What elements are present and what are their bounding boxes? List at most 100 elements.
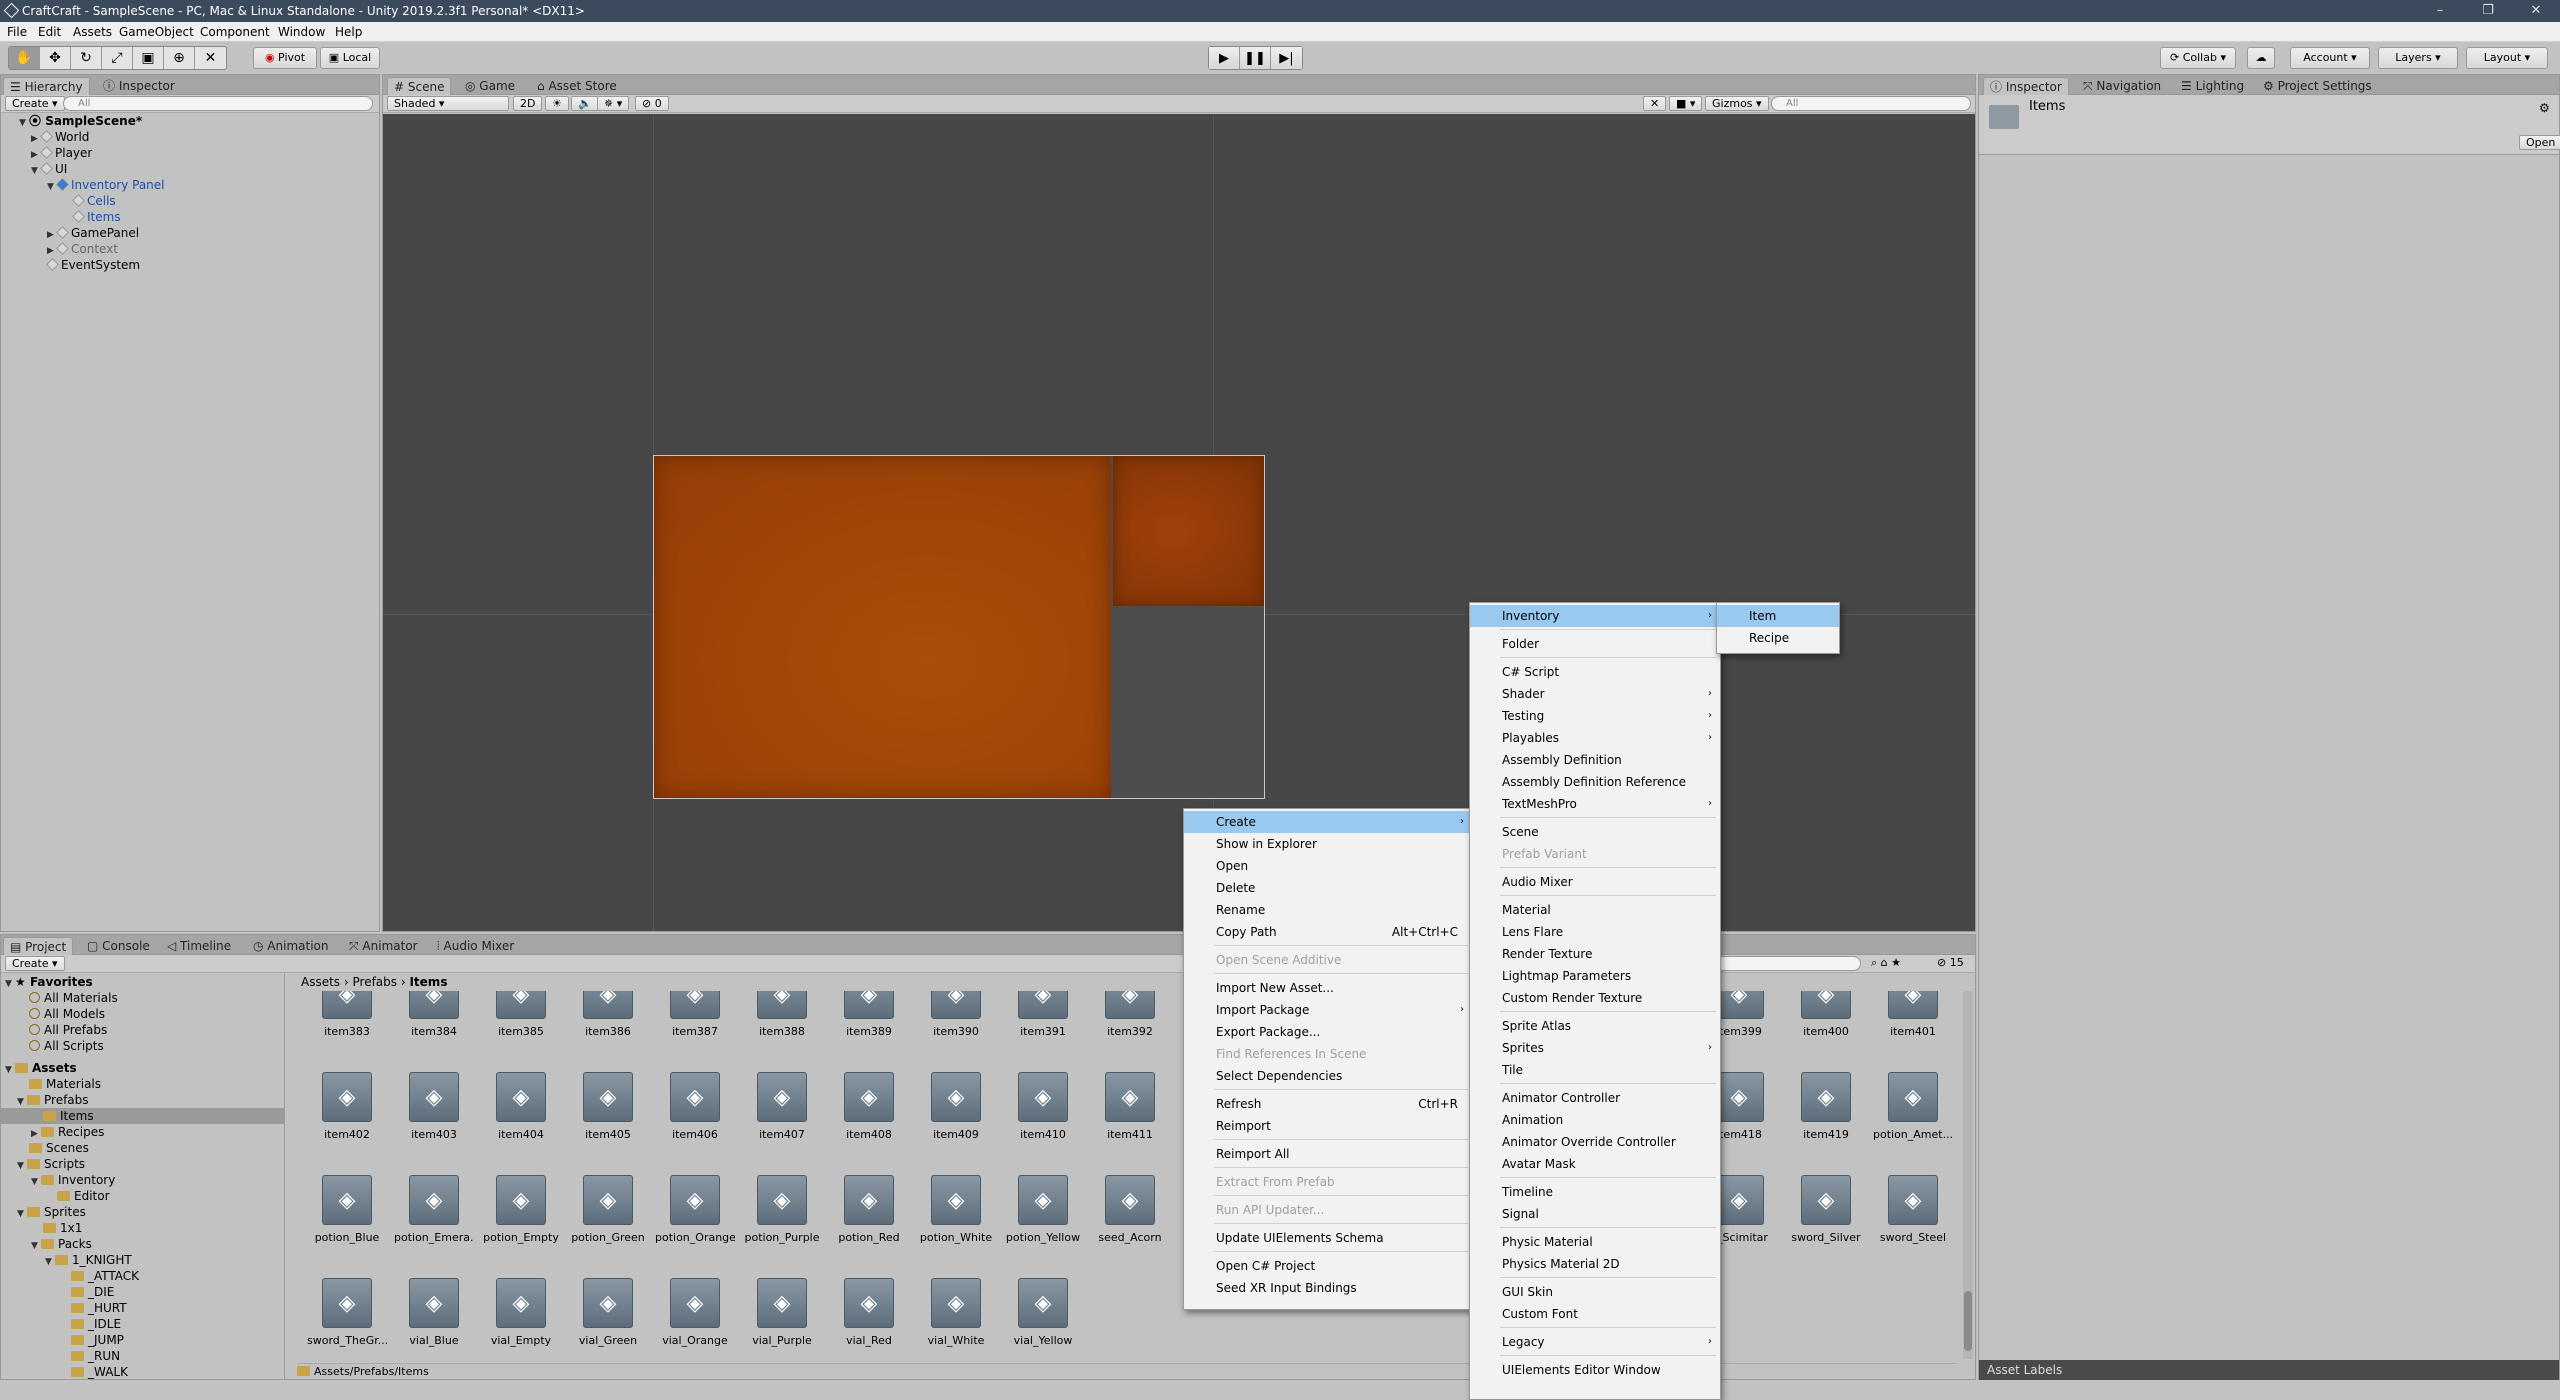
menu-item-animator-controller[interactable]: Animator Controller: [1470, 1087, 1720, 1109]
minimize-icon[interactable]: –: [2420, 0, 2460, 22]
menu-item-playables[interactable]: Playables ›: [1470, 727, 1720, 749]
asset-vial_white[interactable]: ◈ vial_White: [916, 1278, 996, 1361]
settings-icon[interactable]: ⚙: [2539, 101, 2550, 115]
project-scrollbar-thumb[interactable]: [1964, 1291, 1972, 1351]
scene-tools-icon[interactable]: ✕: [1643, 96, 1667, 111]
tab-scene[interactable]: # Scene: [387, 77, 452, 95]
transform-tool-icon[interactable]: ⊕: [164, 47, 195, 69]
asset-potion_orange[interactable]: ◈ potion_Orange: [655, 1175, 735, 1275]
asset-item385[interactable]: ◈ item385: [481, 991, 561, 1069]
menu-item-delete[interactable]: Delete: [1184, 877, 1472, 899]
asset-potion_red[interactable]: ◈ potion_Red: [829, 1175, 909, 1275]
maximize-icon[interactable]: ❐: [2468, 0, 2508, 22]
tree-all-prefabs[interactable]: All Prefabs: [29, 1022, 107, 1038]
asset-item411[interactable]: ◈ item411: [1090, 1072, 1170, 1172]
asset-item388[interactable]: ◈ item388: [742, 991, 822, 1069]
menu-item-avatar-mask[interactable]: Avatar Mask: [1470, 1153, 1720, 1175]
asset-vial_empty[interactable]: ◈ vial_Empty: [481, 1278, 561, 1361]
account-button[interactable]: Account ▾: [2290, 47, 2370, 69]
menu-item-sprites[interactable]: Sprites ›: [1470, 1037, 1720, 1059]
asset-vial_red[interactable]: ◈ vial_Red: [829, 1278, 909, 1361]
hierarchy-item-items[interactable]: Items: [72, 209, 121, 225]
menu-item-scene[interactable]: Scene: [1470, 821, 1720, 843]
asset-potion_amet...[interactable]: ◈ potion_Amet...: [1873, 1072, 1953, 1172]
menu-item-render-texture[interactable]: Render Texture: [1470, 943, 1720, 965]
menu-item-testing[interactable]: Testing ›: [1470, 705, 1720, 727]
menu-item-signal[interactable]: Signal: [1470, 1203, 1720, 1225]
menu-item-material[interactable]: Material: [1470, 899, 1720, 921]
asset-potion_purple[interactable]: ◈ potion_Purple: [742, 1175, 822, 1275]
camera-icon[interactable]: ■ ▾: [1669, 96, 1703, 111]
step-icon[interactable]: ▶|: [1271, 47, 1302, 69]
layers-button[interactable]: Layers ▾: [2378, 47, 2458, 69]
asset-item390[interactable]: ◈ item390: [916, 991, 996, 1069]
menu-item-legacy[interactable]: Legacy ›: [1470, 1331, 1720, 1353]
hierarchy-item-eventsystem[interactable]: EventSystem: [46, 257, 140, 273]
menu-item-reimport-all[interactable]: Reimport All: [1184, 1143, 1472, 1165]
menu-item-seed-xr-input-bindings[interactable]: Seed XR Input Bindings: [1184, 1277, 1472, 1299]
asset-potion_blue[interactable]: ◈ potion_Blue: [307, 1175, 387, 1275]
tree-all-models[interactable]: All Models: [29, 1006, 105, 1022]
asset-item391[interactable]: ◈ item391: [1003, 991, 1083, 1069]
asset-item389[interactable]: ◈ item389: [829, 991, 909, 1069]
tab-navigation[interactable]: ⤧ Navigation: [2077, 77, 2167, 95]
hand-tool-icon[interactable]: ✋: [9, 47, 40, 69]
asset-item401[interactable]: ◈ item401: [1873, 991, 1953, 1069]
tab-project-settings[interactable]: ⚙ Project Settings: [2257, 77, 2378, 95]
menu-item-import-package[interactable]: Import Package ›: [1184, 999, 1472, 1021]
menu-item-folder[interactable]: Folder: [1470, 633, 1720, 655]
rotate-tool-icon[interactable]: ↻: [71, 47, 102, 69]
breadcrumb-items[interactable]: Items: [409, 975, 447, 989]
tab-asset-store[interactable]: ⌂ Asset Store: [531, 77, 623, 95]
tab-project[interactable]: ▤ Project: [3, 937, 74, 955]
asset-potion_yellow[interactable]: ◈ potion_Yellow: [1003, 1175, 1083, 1275]
menu-item-import-new-asset[interactable]: Import New Asset...: [1184, 977, 1472, 999]
asset-item386[interactable]: ◈ item386: [568, 991, 648, 1069]
asset-item408[interactable]: ◈ item408: [829, 1072, 909, 1172]
asset-potion_empty[interactable]: ◈ potion_Empty: [481, 1175, 561, 1275]
menu-item-assembly-definition-reference[interactable]: Assembly Definition Reference: [1470, 771, 1720, 793]
tab-console[interactable]: ▢ Console: [81, 937, 156, 955]
tree-jump[interactable]: _JUMP: [71, 1332, 124, 1348]
effects-toggle-icon[interactable]: ✵ ▾: [597, 96, 630, 111]
scale-tool-icon[interactable]: ⤢: [102, 47, 133, 69]
menu-item-item[interactable]: Item: [1717, 605, 1839, 627]
pause-icon[interactable]: ❚❚: [1240, 47, 1271, 69]
tree-walk[interactable]: _WALK: [71, 1364, 128, 1379]
asset-potion_white[interactable]: ◈ potion_White: [916, 1175, 996, 1275]
tab-game[interactable]: ◎ Game: [459, 77, 521, 95]
project-create-button[interactable]: Create ▾: [5, 956, 65, 971]
menu-item-update-uielements-schema[interactable]: Update UIElements Schema: [1184, 1227, 1472, 1249]
menu-assets[interactable]: Assets: [73, 22, 112, 42]
custom-tool-icon[interactable]: ✕: [195, 47, 226, 69]
local-button[interactable]: ▣ Local: [320, 47, 380, 69]
asset-item409[interactable]: ◈ item409: [916, 1072, 996, 1172]
asset-sword_steel[interactable]: ◈ sword_Steel: [1873, 1175, 1953, 1275]
tab-lighting[interactable]: ☰ Lighting: [2175, 77, 2250, 95]
tree-all-scripts[interactable]: All Scripts: [29, 1038, 104, 1054]
asset-item407[interactable]: ◈ item407: [742, 1072, 822, 1172]
menu-item-physic-material[interactable]: Physic Material: [1470, 1231, 1720, 1253]
move-tool-icon[interactable]: ✥: [40, 47, 71, 69]
menu-item-recipe[interactable]: Recipe: [1717, 627, 1839, 649]
menu-item-animator-override-controller[interactable]: Animator Override Controller: [1470, 1131, 1720, 1153]
tree-die[interactable]: _DIE: [71, 1284, 114, 1300]
menu-help[interactable]: Help: [335, 22, 362, 42]
tree-editor[interactable]: Editor: [57, 1188, 110, 1204]
asset-item410[interactable]: ◈ item410: [1003, 1072, 1083, 1172]
menu-window[interactable]: Window: [278, 22, 325, 42]
menu-item-create[interactable]: Create ›: [1184, 811, 1472, 833]
asset-sword_thegr...[interactable]: ◈ sword_TheGr...: [307, 1278, 387, 1361]
tab-inspector[interactable]: ⓘ Inspector: [1983, 77, 2069, 95]
asset-item403[interactable]: ◈ item403: [394, 1072, 474, 1172]
asset-item383[interactable]: ◈ item383: [307, 991, 387, 1069]
gizmos-dropdown[interactable]: Gizmos ▾: [1705, 96, 1769, 111]
asset-potion_green[interactable]: ◈ potion_Green: [568, 1175, 648, 1275]
project-scrollbar[interactable]: [1963, 991, 1973, 1359]
asset-item404[interactable]: ◈ item404: [481, 1072, 561, 1172]
pivot-button[interactable]: ◉ Pivot: [253, 47, 317, 69]
hierarchy-search-input[interactable]: All: [63, 96, 373, 111]
menu-item-lens-flare[interactable]: Lens Flare: [1470, 921, 1720, 943]
asset-vial_purple[interactable]: ◈ vial_Purple: [742, 1278, 822, 1361]
asset-vial_green[interactable]: ◈ vial_Green: [568, 1278, 648, 1361]
